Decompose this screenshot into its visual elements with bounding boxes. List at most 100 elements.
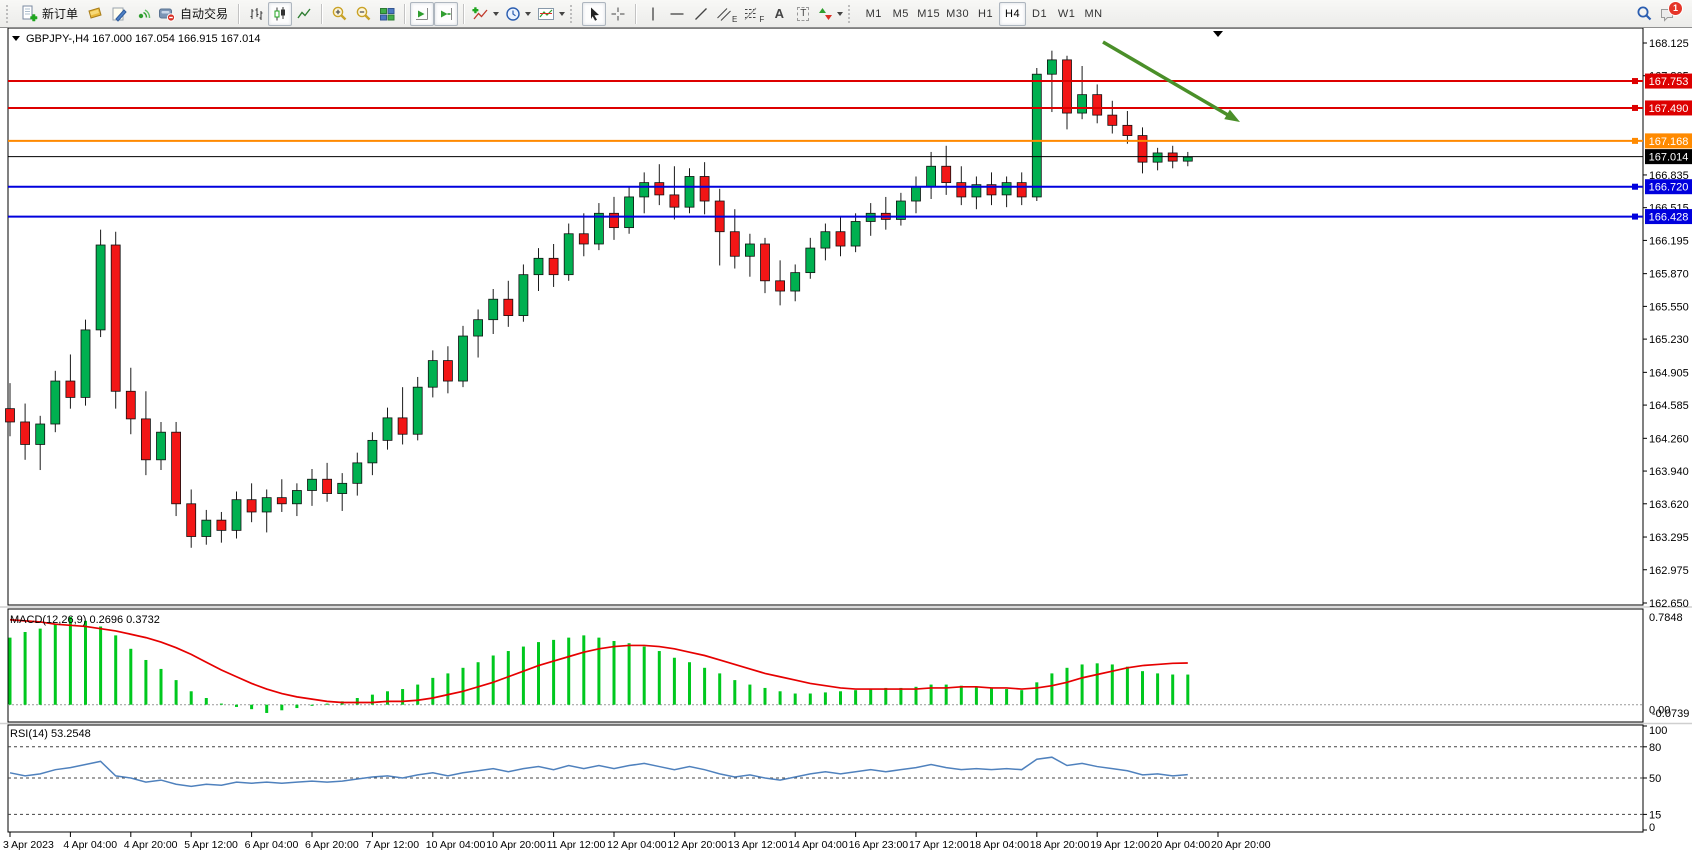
text-button[interactable]: A	[767, 2, 791, 26]
time-label: 20 Apr 20:00	[1211, 839, 1271, 851]
trendline-button[interactable]	[689, 2, 713, 26]
new-order-button[interactable]: 新订单	[18, 2, 83, 26]
candle-body	[655, 183, 664, 195]
channel-button[interactable]: E	[713, 2, 740, 26]
search-icon	[1636, 5, 1653, 22]
candle-body	[1183, 157, 1192, 161]
toolbar-grip[interactable]	[848, 5, 855, 23]
search-button[interactable]	[1632, 2, 1656, 26]
auto-scroll-button[interactable]	[410, 2, 434, 26]
time-label: 16 Apr 23:00	[849, 839, 909, 851]
cursor-button[interactable]	[582, 2, 606, 26]
candle-body	[443, 361, 452, 381]
time-label: 7 Apr 12:00	[365, 839, 419, 851]
chart-shift-button[interactable]	[434, 2, 458, 26]
templates-button[interactable]	[534, 2, 568, 26]
timeframe-m30-button[interactable]: M30	[943, 2, 972, 26]
price-tick-label: 163.295	[1649, 532, 1689, 544]
crosshair-icon	[610, 6, 626, 22]
timeframe-h4-button[interactable]: H4	[999, 2, 1026, 26]
line-chart-button[interactable]	[292, 2, 316, 26]
timeframe-w1-button[interactable]: W1	[1053, 2, 1080, 26]
zoom-in-button[interactable]	[327, 2, 351, 26]
timeframe-m15-button[interactable]: M15	[914, 2, 943, 26]
price-tick-label: 165.230	[1649, 334, 1689, 346]
notifications-button[interactable]: 1	[1656, 2, 1680, 26]
candle-body	[912, 187, 921, 201]
periods-button[interactable]	[502, 2, 534, 26]
bar-chart-button[interactable]	[244, 2, 268, 26]
chart-shift-marker[interactable]	[1213, 31, 1223, 37]
chevron-down-icon	[837, 12, 843, 19]
text-label-icon: T	[797, 7, 809, 21]
metaeditor-button[interactable]	[107, 2, 131, 26]
indicators-button[interactable]	[469, 2, 502, 26]
time-label: 4 Apr 20:00	[124, 839, 178, 851]
market-watch-button[interactable]	[83, 2, 107, 26]
candle-body	[428, 361, 437, 388]
signals-icon	[135, 6, 152, 22]
price-tick-label: 166.195	[1649, 235, 1689, 247]
level-price-label: 167.753	[1649, 76, 1689, 88]
fibonacci-button[interactable]: F	[740, 2, 767, 26]
collapse-caret-icon[interactable]	[12, 36, 20, 45]
template-icon	[537, 6, 555, 22]
rsi-level-label: 0	[1649, 822, 1655, 834]
chart-canvas[interactable]: 168.125167.805166.835166.515166.195165.8…	[0, 28, 1692, 855]
candle-body	[157, 432, 166, 460]
candle-body	[413, 387, 422, 434]
candlestick-chart-icon	[272, 6, 288, 22]
candle-body	[1032, 74, 1041, 197]
candle-body	[172, 432, 181, 504]
candle-body	[308, 479, 317, 490]
toolbar-grip[interactable]	[570, 5, 577, 23]
candles	[6, 51, 1193, 548]
signals-button[interactable]	[131, 2, 155, 26]
text-label-button[interactable]: T	[791, 2, 815, 26]
hline-handle[interactable]	[1632, 214, 1638, 220]
candle-body	[292, 490, 301, 503]
candle-body	[927, 166, 936, 186]
toolbar-grip[interactable]	[6, 5, 13, 23]
channel-suffix-label: E	[732, 15, 737, 24]
candle-body	[564, 234, 573, 275]
candle-body	[277, 498, 286, 504]
zoom-out-button[interactable]	[351, 2, 375, 26]
candlestick-chart-button[interactable]	[268, 2, 292, 26]
candle-body	[81, 330, 90, 398]
timeframe-mn-button[interactable]: MN	[1080, 2, 1107, 26]
hline-handle[interactable]	[1632, 78, 1638, 84]
crosshair-button[interactable]	[606, 2, 630, 26]
level-price-label: 166.428	[1649, 212, 1689, 224]
chart-title-text: GBPJPY-,H4 167.000 167.054 166.915 167.0…	[26, 33, 260, 45]
timeframe-h1-button[interactable]: H1	[972, 2, 999, 26]
candle-body	[1093, 95, 1102, 115]
candle-body	[745, 244, 754, 256]
autotrading-icon	[158, 6, 176, 22]
arrows-button[interactable]	[815, 2, 846, 26]
metaeditor-icon	[111, 6, 128, 22]
hline-handle[interactable]	[1632, 105, 1638, 111]
fibonacci-suffix-label: F	[759, 15, 764, 24]
line-chart-icon	[296, 6, 312, 22]
autotrading-button[interactable]: 自动交易	[155, 2, 233, 26]
timeframe-m5-button[interactable]: M5	[887, 2, 914, 26]
trend-arrow-head[interactable]	[1224, 110, 1240, 122]
time-label: 6 Apr 04:00	[245, 839, 299, 851]
hline-handle[interactable]	[1632, 184, 1638, 190]
timeframe-m1-button[interactable]: M1	[860, 2, 887, 26]
cursor-icon	[587, 6, 602, 22]
trend-arrow-line[interactable]	[1103, 42, 1231, 117]
time-label: 12 Apr 04:00	[607, 839, 667, 851]
vertical-line-button[interactable]	[641, 2, 665, 26]
horizontal-line-button[interactable]	[665, 2, 689, 26]
time-label: 17 Apr 12:00	[909, 839, 969, 851]
clock-icon	[505, 6, 521, 22]
time-label: 4 Apr 04:00	[63, 839, 117, 851]
candle-body	[111, 245, 120, 391]
notification-badge: 1	[1668, 1, 1683, 16]
timeframe-d1-button[interactable]: D1	[1026, 2, 1053, 26]
hline-handle[interactable]	[1632, 138, 1638, 144]
candle-body	[338, 483, 347, 493]
tile-windows-button[interactable]	[375, 2, 399, 26]
